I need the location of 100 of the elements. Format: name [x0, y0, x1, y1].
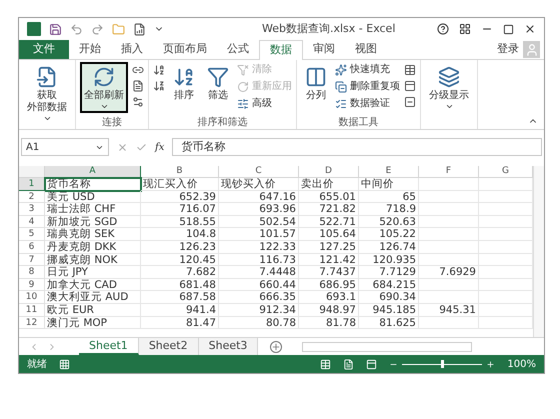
table-cell: 647.16: [219, 190, 299, 204]
document-icon[interactable]: [133, 22, 146, 36]
table-cell: 116.73: [219, 254, 299, 266]
sheet-tab[interactable]: Sheet3: [198, 338, 258, 355]
caret-icon: [100, 102, 108, 111]
table-cell: 686.95: [299, 278, 359, 292]
ribbon-command[interactable]: 快速填充: [335, 62, 400, 77]
column-header[interactable]: G: [479, 166, 533, 178]
ribbon-display-icon[interactable]: [459, 23, 471, 35]
ribbon-button[interactable]: 排序: [169, 62, 199, 104]
table-cell: 澳大利亚元 AUD: [45, 291, 141, 304]
table-cell: 7.4448: [219, 266, 299, 279]
column-header[interactable]: F: [419, 166, 479, 178]
row-header[interactable]: 3: [19, 203, 45, 216]
ribbon-command[interactable]: 删除重复项: [335, 79, 400, 94]
row-header[interactable]: 2: [19, 190, 45, 204]
table-cell: 欧元 EUR: [45, 304, 141, 317]
zoom-level[interactable]: 100%: [507, 356, 536, 372]
table-cell: 65: [359, 190, 419, 204]
status-text: 就绪: [27, 358, 47, 372]
ribbon-tab[interactable]: 公式: [217, 40, 259, 59]
table-cell: [419, 316, 479, 330]
ribbon-command[interactable]: 高级: [237, 96, 292, 111]
ribbon-button[interactable]: 分级显示: [425, 62, 473, 113]
table-cell: 127.25: [299, 240, 359, 254]
ribbon-tab[interactable]: 页面布局: [153, 40, 217, 59]
redo-icon[interactable]: [91, 22, 104, 36]
row-header[interactable]: 4: [19, 216, 45, 228]
sort-descending-icon[interactable]: [153, 80, 165, 92]
refresh-icon: [93, 66, 115, 88]
ribbon-tab[interactable]: 插入: [111, 40, 153, 59]
insert-function-button[interactable]: fx: [155, 140, 164, 154]
row-header[interactable]: 9: [19, 278, 45, 292]
column-header[interactable]: D: [299, 166, 359, 178]
ribbon-button[interactable]: 获取 外部数据: [23, 62, 71, 125]
row-header[interactable]: 8: [19, 266, 45, 279]
sign-in-link[interactable]: 登录: [497, 41, 519, 58]
help-icon[interactable]: [437, 23, 449, 35]
add-sheet-icon[interactable]: [270, 340, 282, 352]
close-icon[interactable]: [524, 23, 536, 35]
row-header[interactable]: 7: [19, 254, 45, 266]
table-cell: [419, 178, 479, 191]
vertical-scrollbar[interactable]: [533, 166, 544, 337]
sheet-tab[interactable]: Sheet2: [138, 338, 199, 355]
table-cell: 518.55: [141, 216, 219, 228]
connections-icon[interactable]: [132, 64, 144, 76]
table-cell: 澳门元 MOP: [45, 316, 141, 330]
save-icon[interactable]: [49, 22, 62, 36]
ribbon-tab[interactable]: 文件: [19, 40, 69, 59]
table-cell: 693.1: [299, 291, 359, 304]
column-header[interactable]: C: [219, 166, 299, 178]
horizontal-scrollbar[interactable]: [302, 342, 472, 352]
row-header[interactable]: 10: [19, 291, 45, 304]
ribbon-command[interactable]: 数据验证: [335, 96, 400, 111]
name-box[interactable]: A1: [21, 138, 109, 156]
ribbon-tab[interactable]: 视图: [345, 40, 387, 59]
zoom-in-icon[interactable]: [486, 360, 496, 368]
group-label: 连接: [101, 116, 123, 129]
table-cell: 912.34: [219, 304, 299, 317]
caret-icon: [42, 114, 52, 123]
table-cell: 681.48: [141, 278, 219, 292]
table-cell: 瑞典克朗 SEK: [45, 228, 141, 241]
table-cell: 7.7129: [359, 266, 419, 279]
table-cell: [419, 291, 479, 304]
advanced-filter-icon: [237, 98, 249, 110]
ribbon-button[interactable]: 筛选: [203, 62, 233, 104]
row-header[interactable]: 5: [19, 228, 45, 241]
ribbon-tab[interactable]: 审阅: [303, 40, 345, 59]
table-cell: 122.33: [219, 240, 299, 254]
normal-view-icon[interactable]: [320, 358, 332, 370]
column-header[interactable]: B: [141, 166, 219, 178]
table-cell: 502.54: [219, 216, 299, 228]
table-cell: [419, 254, 479, 266]
ribbon-tab[interactable]: 数据: [259, 40, 303, 60]
table-cell: 7.7437: [299, 266, 359, 279]
table-cell: 120.45: [141, 254, 219, 266]
ribbon-tab[interactable]: 开始: [69, 40, 111, 59]
sheet-tab[interactable]: Sheet1: [79, 338, 139, 355]
zoom-slider[interactable]: [402, 360, 482, 368]
row-header[interactable]: 6: [19, 240, 45, 254]
clear-filter-icon: [237, 64, 249, 76]
table-cell: 693.96: [219, 203, 299, 216]
maximize-icon[interactable]: [503, 24, 514, 34]
ribbon-button[interactable]: 全部刷新: [80, 62, 128, 113]
row-header[interactable]: 11: [19, 304, 45, 317]
column-header[interactable]: A: [45, 166, 141, 178]
ribbon-button[interactable]: 分列: [301, 62, 331, 104]
table-cell: 948.97: [299, 304, 359, 317]
column-header[interactable]: E: [359, 166, 419, 178]
table-cell: 101.57: [219, 228, 299, 241]
table-cell: 卖出价: [299, 178, 359, 191]
undo-icon[interactable]: [70, 22, 83, 36]
table-cell: 684.215: [359, 278, 419, 292]
sort-ascending-icon[interactable]: [153, 64, 165, 76]
row-header[interactable]: 12: [19, 316, 45, 330]
flash-fill-icon: [335, 64, 347, 76]
table-cell: 655.01: [299, 190, 359, 204]
table-cell: [419, 203, 479, 216]
formula-field[interactable]: 货币名称: [172, 138, 542, 156]
row-header[interactable]: 1: [19, 178, 45, 191]
